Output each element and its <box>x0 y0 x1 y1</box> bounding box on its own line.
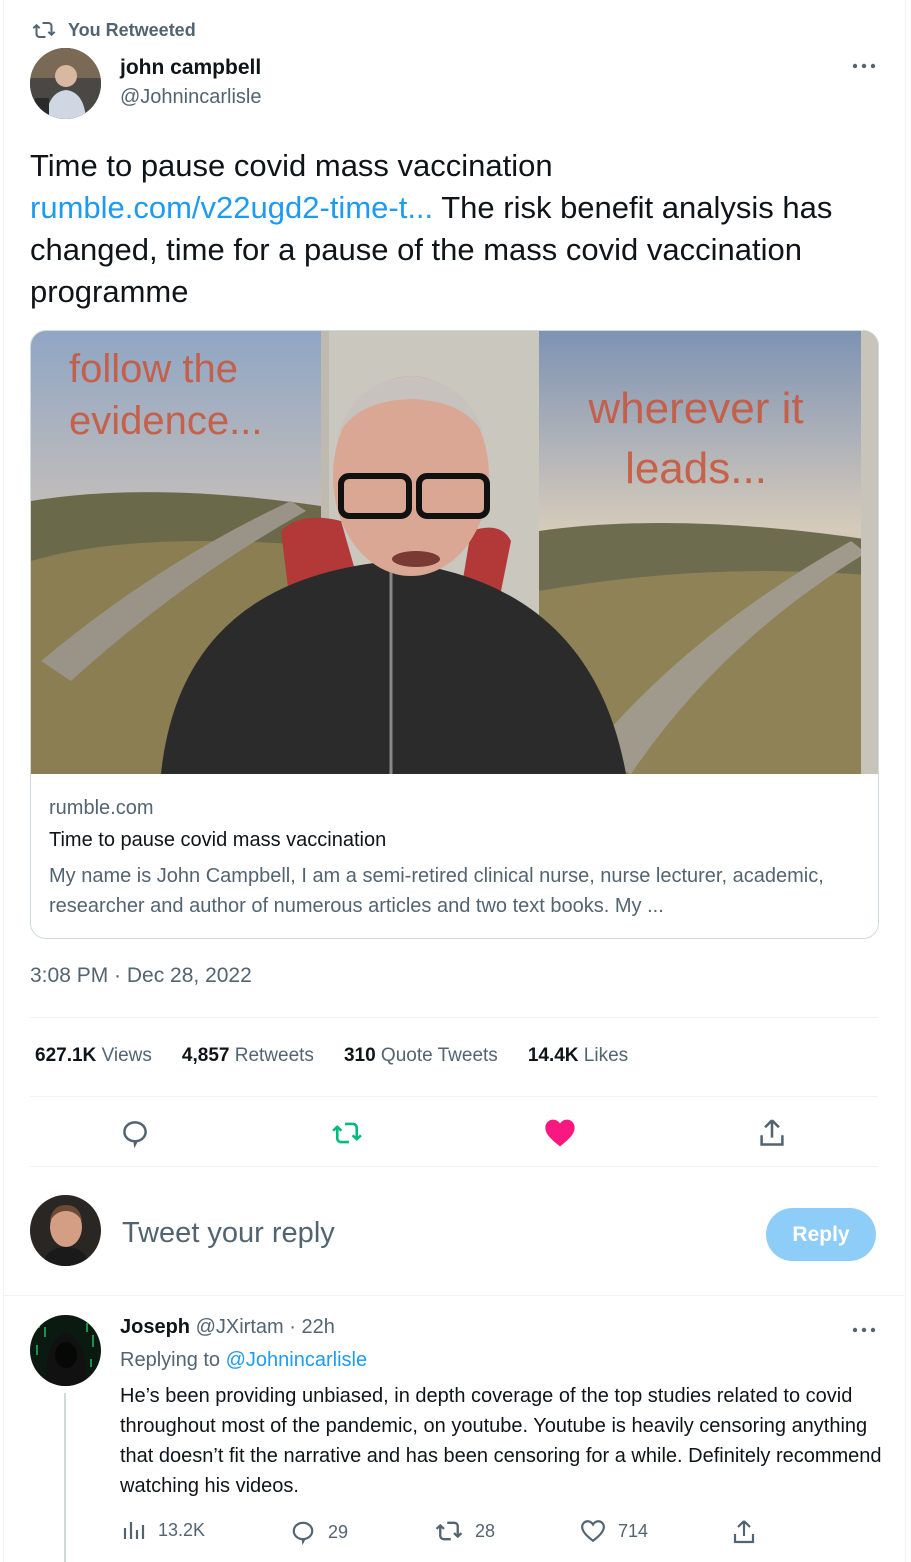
reply-retweets-count: 28 <box>475 1520 496 1541</box>
reply-replies-count: 29 <box>328 1521 349 1542</box>
replying-to-handle[interactable]: @Johnincarlisle <box>226 1349 367 1371</box>
retweet-banner[interactable]: You Retweeted <box>32 18 196 42</box>
card-title: Time to pause covid mass vaccination <box>49 829 387 851</box>
tweet-text-line1: Time to pause covid mass vaccination <box>30 148 553 183</box>
views-icon <box>123 1522 145 1539</box>
divider <box>30 1166 878 1167</box>
retweet-icon <box>32 22 56 38</box>
user-avatar[interactable] <box>30 1195 101 1266</box>
heart-outline-icon <box>581 1520 605 1543</box>
reply-views-button[interactable]: 13.2K <box>122 1519 205 1541</box>
reply-retweet-button[interactable]: 28 <box>435 1519 495 1543</box>
tweet-text: Time to pause covid mass vaccination rum… <box>30 145 880 313</box>
card-description: My name is John Campbell, I am a semi-re… <box>49 865 824 917</box>
divider <box>30 1096 878 1097</box>
retweet-icon <box>332 1122 362 1144</box>
author-avatar[interactable] <box>30 48 101 119</box>
card-domain: rumble.com <box>49 797 154 819</box>
quote-tweets-stat[interactable]: 310 Quote Tweets <box>344 1045 498 1067</box>
retweet-button[interactable] <box>330 1116 364 1150</box>
reply-author-avatar[interactable] <box>30 1315 101 1386</box>
tweet-timestamp[interactable]: 3:08 PM · Dec 28, 2022 <box>30 964 252 988</box>
reply-views-count: 13.2K <box>158 1519 206 1540</box>
link-card[interactable]: follow the evidence... wherever it leads… <box>30 330 879 939</box>
more-options-button[interactable] <box>850 56 878 81</box>
reply-header: Joseph @JXirtam · 22h <box>120 1316 335 1339</box>
reply-icon <box>292 1521 314 1545</box>
image-overlay-right: wherever it leads... <box>588 384 804 493</box>
reply-input[interactable]: Tweet your reply <box>122 1217 335 1250</box>
reply-age[interactable]: · 22h <box>289 1316 335 1338</box>
retweet-banner-label: You Retweeted <box>68 19 196 40</box>
share-icon <box>760 1119 784 1146</box>
image-overlay-left: follow the evidence... <box>69 347 263 443</box>
reply-author-name[interactable]: Joseph <box>120 1316 190 1338</box>
reply-reply-button[interactable]: 29 <box>290 1519 348 1545</box>
heart-icon <box>545 1119 575 1147</box>
likes-stat[interactable]: 14.4K Likes <box>528 1045 628 1067</box>
retweets-stat[interactable]: 4,857 Retweets <box>182 1045 314 1067</box>
reply-more-options-button[interactable] <box>850 1320 878 1345</box>
reply-author-handle[interactable]: @JXirtam <box>196 1316 284 1338</box>
share-icon <box>733 1520 755 1544</box>
like-button[interactable] <box>543 1116 577 1150</box>
reply-submit-button[interactable]: Reply <box>766 1208 876 1261</box>
retweet-icon <box>435 1521 463 1541</box>
reply-button[interactable] <box>118 1116 152 1150</box>
author-name[interactable]: john campbell <box>120 56 261 80</box>
divider <box>30 1017 878 1018</box>
reply-share-button[interactable] <box>732 1519 768 1545</box>
replying-to: Replying to @Johnincarlisle <box>120 1349 368 1371</box>
share-button[interactable] <box>755 1116 789 1150</box>
reply-icon <box>123 1121 147 1148</box>
more-icon <box>852 1327 876 1333</box>
views-stat[interactable]: 627.1K Views <box>35 1045 152 1067</box>
card-image: follow the evidence... wherever it leads… <box>31 331 878 774</box>
more-icon <box>852 63 876 69</box>
reply-likes-count: 714 <box>618 1520 649 1541</box>
thread-line <box>64 1393 66 1562</box>
author-handle[interactable]: @Johnincarlisle <box>120 86 261 109</box>
reply-text: He’s been providing unbiased, in depth c… <box>120 1385 882 1497</box>
divider <box>4 1295 904 1296</box>
tweet-link[interactable]: rumble.com/v22ugd2-time-t... <box>30 190 433 225</box>
tweet-stats: 627.1K Views 4,857 Retweets 310 Quote Tw… <box>35 1045 658 1067</box>
reply-like-button[interactable]: 714 <box>580 1519 648 1543</box>
